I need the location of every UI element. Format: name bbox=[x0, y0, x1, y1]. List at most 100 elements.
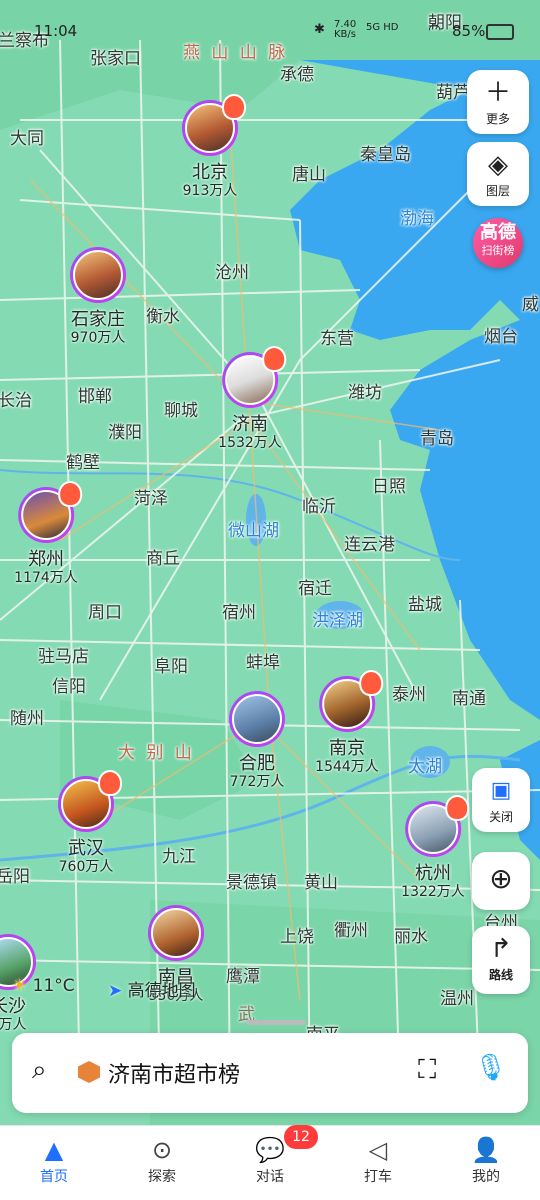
locate-button[interactable]: ⊕ bbox=[472, 852, 530, 910]
wifi-icon: ◠ bbox=[428, 20, 442, 38]
map-label: 宿迁 bbox=[298, 579, 332, 599]
city-population: 1174万人 bbox=[14, 570, 78, 586]
voice-mic-icon[interactable]: 🎙 bbox=[474, 1053, 507, 1083]
city-thumbnail bbox=[17, 481, 82, 543]
map-label: 商丘 bbox=[146, 549, 180, 569]
city-population: 1544万人 bbox=[315, 759, 379, 775]
hot-flame-icon bbox=[358, 670, 383, 696]
route-button[interactable]: ↱ 路线 bbox=[472, 926, 530, 994]
tab-label: 首页 bbox=[40, 1169, 68, 1185]
hot-flame-icon bbox=[222, 94, 246, 120]
layers-icon: ◈ bbox=[488, 150, 508, 180]
plus-icon: ＋ bbox=[484, 78, 511, 108]
city-thumbnail bbox=[318, 670, 383, 732]
map-label: 南通 bbox=[452, 689, 486, 709]
city-pin-zhengzhou[interactable]: 郑州 1174万人 bbox=[14, 481, 82, 586]
map-label: 岳阳 bbox=[0, 867, 30, 887]
city-pin-jinan[interactable]: 济南 1532万人 bbox=[218, 346, 286, 451]
city-name: 南京 bbox=[328, 738, 365, 759]
city-name: 合肥 bbox=[239, 753, 275, 774]
status-bar: 11:04 ✱ 7.40 KB/s 5G HD ◠ 85% bbox=[0, 18, 540, 48]
map-label: 上饶 bbox=[280, 927, 314, 947]
map-label: 鹰潭 bbox=[226, 967, 260, 987]
search-icon: ⌕ bbox=[32, 1055, 47, 1085]
map-label: 蚌埠 bbox=[246, 653, 280, 673]
map-label: 大同 bbox=[10, 129, 44, 149]
city-name: 杭州 bbox=[414, 863, 451, 884]
map-label: 渤海 bbox=[400, 209, 434, 229]
route-label: 路线 bbox=[488, 968, 513, 982]
city-thumbnail bbox=[229, 691, 285, 747]
hot-flame-icon bbox=[98, 770, 122, 796]
city-name: 济南 bbox=[231, 414, 268, 435]
scan-icon[interactable]: ⛶ bbox=[418, 1055, 436, 1086]
map-label: 菏泽 bbox=[134, 489, 168, 509]
gaode-ranking-button[interactable]: 高德 扫街榜 bbox=[473, 218, 523, 268]
hot-flame-icon bbox=[261, 346, 286, 372]
tab-label: 对话 bbox=[256, 1169, 284, 1185]
map-label: 宿州 bbox=[222, 603, 256, 623]
tab-label: 探索 bbox=[148, 1169, 176, 1185]
navigate-arrow-icon: ▲ bbox=[44, 1136, 64, 1164]
location-pin-icon: ⊙ bbox=[151, 1136, 173, 1164]
logo-text: 高德地图 bbox=[127, 981, 196, 1001]
map-label: 信阳 bbox=[52, 677, 86, 697]
city-pin-shijiazhuang[interactable]: 石家庄 970万人 bbox=[70, 247, 126, 345]
more-button[interactable]: ＋ 更多 bbox=[467, 70, 529, 134]
map-label: 临沂 bbox=[302, 497, 336, 517]
map-label: 驻马店 bbox=[38, 647, 89, 667]
map-label: 濮阳 bbox=[108, 423, 142, 443]
city-pin-nanjing[interactable]: 南京 1544万人 bbox=[315, 670, 383, 775]
city-thumbnail bbox=[404, 795, 469, 857]
map-canvas[interactable]: 兰察布 张家口 燕 山 山 脉 承德 朝阳 葫芦 大同 秦皇岛 唐山 渤海 沧州… bbox=[0, 0, 540, 1125]
city-pin-beijing[interactable]: 北京 913万人 bbox=[182, 94, 246, 199]
map-label: 潍坊 bbox=[348, 383, 382, 403]
network-speed: 7.40 KB/s bbox=[334, 19, 357, 40]
hot-flame-icon bbox=[444, 795, 469, 821]
map-label: 葫芦 bbox=[436, 83, 470, 103]
ar-close-button[interactable]: ▣ 关闭 bbox=[472, 768, 530, 832]
tab-taxi[interactable]: ◁ 打车 bbox=[338, 1134, 418, 1186]
map-label: 烟台 bbox=[484, 327, 518, 347]
map-label: 泰州 bbox=[392, 685, 426, 705]
city-population: 772万人 bbox=[229, 774, 285, 790]
search-input[interactable]: 济南市超市榜 bbox=[108, 1057, 240, 1089]
city-population: 913万人 bbox=[182, 183, 238, 199]
map-label: 九江 bbox=[162, 847, 196, 867]
map-label: 承德 bbox=[280, 65, 314, 85]
city-pin-hangzhou[interactable]: 杭州 1322万人 bbox=[401, 795, 469, 900]
map-label: 随州 bbox=[10, 709, 44, 729]
ar-close-label: 关闭 bbox=[488, 810, 513, 824]
person-icon: 👤 bbox=[471, 1136, 501, 1164]
city-thumbnail bbox=[70, 247, 126, 303]
drag-handle[interactable] bbox=[246, 1020, 306, 1025]
weather-indicator[interactable]: ☀ 11°C bbox=[12, 976, 75, 996]
city-pin-wuhan[interactable]: 武汉 760万人 bbox=[58, 770, 122, 874]
tab-label: 我的 bbox=[472, 1169, 500, 1185]
bluetooth-icon: ✱ bbox=[314, 22, 325, 37]
sun-icon: ☀ bbox=[12, 976, 28, 996]
search-bar[interactable]: ⌕ 济南市超市榜 ⛶ 🎙 bbox=[12, 1033, 528, 1113]
car-hail-icon: ◁ bbox=[368, 1136, 388, 1164]
map-label: 唐山 bbox=[292, 165, 326, 185]
city-pin-hefei[interactable]: 合肥 772万人 bbox=[229, 691, 285, 789]
battery-text: 85% bbox=[452, 22, 486, 40]
map-label: 东营 bbox=[320, 329, 354, 349]
city-name: 武汉 bbox=[68, 838, 104, 859]
city-population: 970万人 bbox=[70, 330, 126, 346]
tab-profile[interactable]: 👤 我的 bbox=[446, 1134, 526, 1186]
gaode-title: 高德 bbox=[480, 222, 516, 243]
city-name: 郑州 bbox=[27, 549, 64, 570]
map-label: 温州 bbox=[440, 989, 474, 1009]
map-label: 衢州 bbox=[334, 921, 368, 941]
more-label: 更多 bbox=[485, 112, 510, 126]
layers-button[interactable]: ◈ 图层 bbox=[467, 142, 529, 206]
map-label: 秦皇岛 bbox=[360, 145, 411, 165]
city-population: 1322万人 bbox=[401, 884, 465, 900]
tab-explore[interactable]: ⊙ 探索 bbox=[122, 1134, 202, 1186]
tab-home[interactable]: ▲ 首页 bbox=[14, 1134, 94, 1186]
map-label: 沧州 bbox=[215, 263, 249, 283]
city-population: 1532万人 bbox=[218, 435, 282, 451]
signal-label: 5G HD bbox=[366, 22, 399, 33]
status-time: 11:04 bbox=[34, 22, 78, 40]
